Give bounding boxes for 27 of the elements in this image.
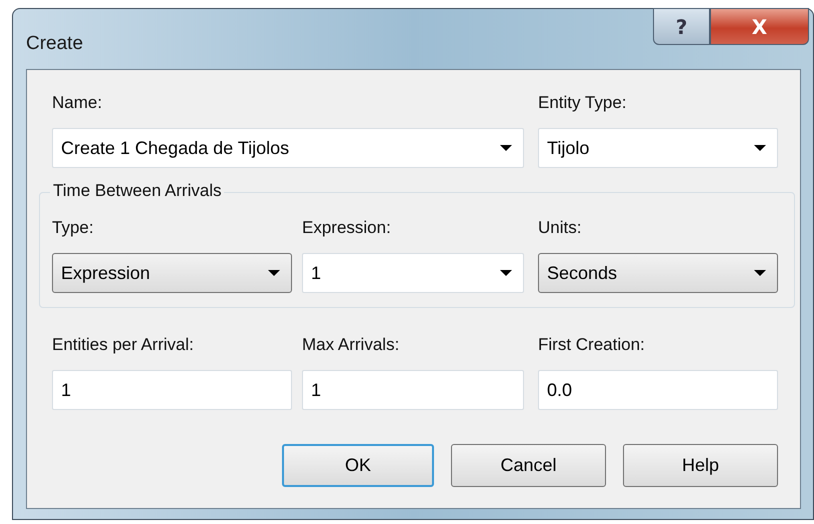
dropdown-field[interactable]: Expression <box>52 253 292 293</box>
dialog-button[interactable]: OK <box>282 444 434 487</box>
caret-icon <box>753 144 767 152</box>
dropdown-field[interactable]: Tijolo <box>538 128 778 168</box>
field-label: Units: <box>538 217 582 239</box>
text-field[interactable]: 0.0 <box>538 370 778 410</box>
close-button[interactable]: X <box>710 8 809 45</box>
window-title: Create <box>26 33 84 55</box>
dialog-button[interactable]: Cancel <box>451 444 606 487</box>
dropdown-field[interactable]: Seconds <box>538 253 778 293</box>
dropdown-field[interactable]: Create 1 Chegada de Tijolos <box>52 128 524 168</box>
help-button[interactable]: ? <box>653 8 710 45</box>
dialog-button[interactable]: Help <box>623 444 778 487</box>
caret-icon <box>753 269 767 277</box>
text-field[interactable]: 1 <box>52 370 292 410</box>
caret-icon <box>499 269 513 277</box>
field-label: Entity Type: <box>538 92 628 114</box>
caret-icon <box>499 144 513 152</box>
field-label: Max Arrivals: <box>302 334 400 356</box>
dropdown-field[interactable]: 1 <box>302 253 524 293</box>
field-label: Type: <box>52 217 95 239</box>
field-label: First Creation: <box>538 334 646 356</box>
field-label: Expression: <box>302 217 392 239</box>
field-label: Name: <box>52 92 104 114</box>
caret-icon <box>267 269 281 277</box>
text-field[interactable]: 1 <box>302 370 524 410</box>
field-label: Entities per Arrival: <box>52 334 195 356</box>
